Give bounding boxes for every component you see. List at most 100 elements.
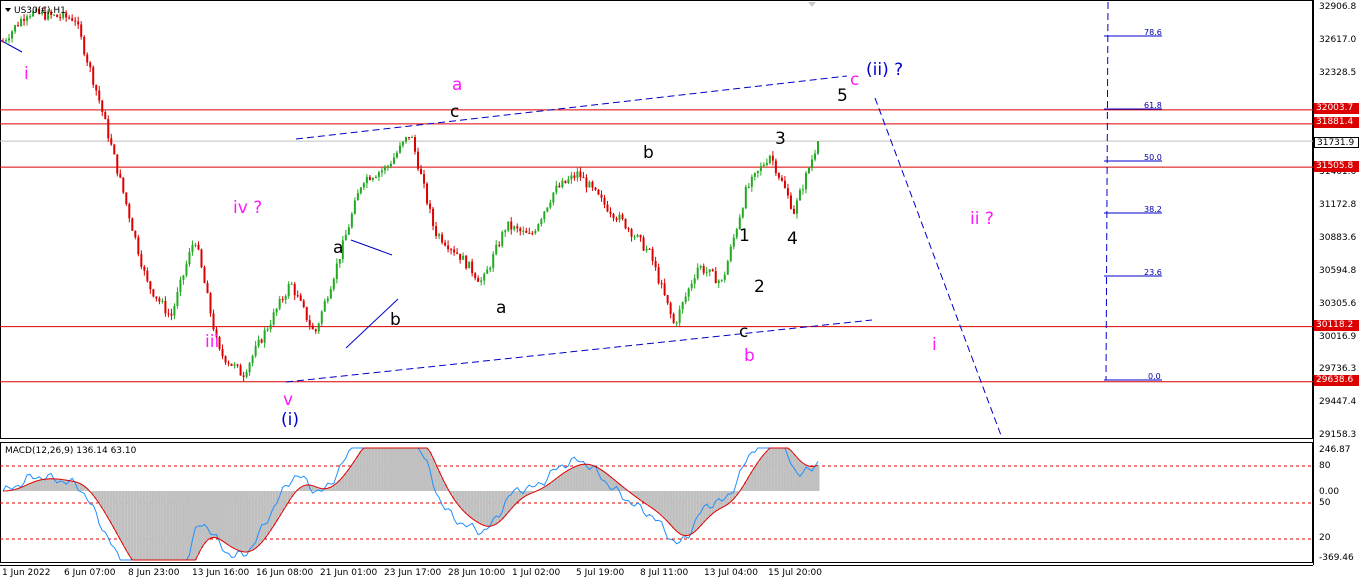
candle-body xyxy=(798,190,801,201)
candle-body xyxy=(543,211,546,220)
time-tick: 1 Jul 02:00 xyxy=(512,568,561,578)
price-axis[interactable]: 32906.8 32617.0 32328.5 31461.6 31172.8 … xyxy=(1313,0,1362,585)
wave-label: b xyxy=(390,310,401,330)
candle-body xyxy=(468,261,471,269)
candle-body xyxy=(453,249,456,253)
candle-body xyxy=(269,324,272,330)
candle-body xyxy=(191,245,194,252)
candle-body xyxy=(71,18,74,21)
candle-body xyxy=(326,298,329,302)
time-tick: 8 Jun 23:00 xyxy=(128,568,180,578)
candle-body xyxy=(702,266,705,273)
small-trendline xyxy=(350,239,393,256)
fib-level: 23.6 xyxy=(1144,268,1162,277)
candle-body xyxy=(591,181,594,188)
candle-body xyxy=(278,298,281,309)
candle-body xyxy=(627,228,630,230)
candle-body xyxy=(224,356,227,363)
candle-body xyxy=(504,230,507,233)
time-tick: 16 Jun 08:00 xyxy=(256,568,314,578)
candle-body xyxy=(426,183,429,204)
candle-body xyxy=(483,273,486,281)
candle-body xyxy=(185,264,188,276)
candle-body xyxy=(362,183,365,188)
fib-level: 61.8 xyxy=(1144,101,1162,110)
candle-body xyxy=(236,364,239,366)
candle-body xyxy=(125,192,128,205)
time-tick: 28 Jun 10:00 xyxy=(448,568,506,578)
candle-body xyxy=(251,355,254,364)
candle-body xyxy=(705,271,708,273)
candle-body xyxy=(462,255,465,260)
candle-body xyxy=(717,280,720,284)
candle-body xyxy=(320,311,323,324)
wave-label: i xyxy=(932,335,937,355)
price-tick: 30594.8 xyxy=(1319,266,1357,276)
candle-body xyxy=(534,230,537,234)
projection-line xyxy=(874,97,1003,439)
candle-body xyxy=(365,176,368,184)
macd-tick: 50 xyxy=(1319,498,1331,508)
candle-body xyxy=(480,280,483,282)
time-tick: 13 Jun 16:00 xyxy=(192,568,250,578)
candle-body xyxy=(164,300,167,314)
candle-body xyxy=(98,90,101,101)
candle-body xyxy=(368,176,371,180)
candle-body xyxy=(284,296,287,300)
candle-body xyxy=(672,313,675,323)
candle-body xyxy=(338,259,341,264)
price-tick: 32617.0 xyxy=(1319,35,1357,45)
candle-body xyxy=(11,31,14,39)
candle-body xyxy=(621,214,624,219)
candle-body xyxy=(555,185,558,193)
chart-canvas[interactable] xyxy=(0,0,1362,585)
candle-body xyxy=(615,218,618,220)
time-tick: 5 Jul 19:00 xyxy=(576,568,625,578)
candle-body xyxy=(585,177,588,188)
symbol-title: US30(€),H1 xyxy=(14,6,66,16)
candle-body xyxy=(227,362,230,364)
candle-body xyxy=(101,100,104,112)
wave-label: 1 xyxy=(739,226,750,246)
time-tick: 21 Jun 01:00 xyxy=(320,568,378,578)
candle-body xyxy=(221,349,224,357)
candle-body xyxy=(768,155,771,163)
candles xyxy=(2,6,819,382)
candle-body xyxy=(663,283,666,296)
candle-body xyxy=(759,166,762,171)
candle-body xyxy=(161,300,164,302)
candle-body xyxy=(720,279,723,281)
candle-body xyxy=(293,283,296,296)
candle-body xyxy=(395,152,398,158)
macd-title: MACD(12,26,9) 136.14 63.10 xyxy=(5,446,137,456)
candle-body xyxy=(813,153,816,160)
candle-body xyxy=(684,296,687,303)
candle-body xyxy=(386,166,389,168)
candle-body xyxy=(588,181,591,188)
candle-body xyxy=(723,274,726,280)
candle-body xyxy=(765,162,768,166)
candle-body xyxy=(783,180,786,189)
candle-body xyxy=(633,236,636,238)
candle-body xyxy=(777,173,780,178)
candle-body xyxy=(624,218,627,229)
main-panel-frame xyxy=(0,0,1313,439)
candle-body xyxy=(732,237,735,247)
candle-body xyxy=(347,227,350,235)
candle-body xyxy=(780,177,783,181)
wave-label: 4 xyxy=(787,229,798,249)
candle-body xyxy=(651,248,654,261)
candle-body xyxy=(744,187,747,209)
wave-label: a xyxy=(496,298,507,318)
price-level-tag: 32003.7 xyxy=(1314,103,1359,114)
candle-body xyxy=(275,308,278,313)
candle-body xyxy=(438,234,441,236)
candle-body xyxy=(714,271,717,284)
candle-body xyxy=(344,234,347,241)
candle-body xyxy=(206,283,209,294)
candle-body xyxy=(762,165,765,167)
candle-body xyxy=(122,177,125,193)
candle-body xyxy=(711,269,714,272)
candle-body xyxy=(753,173,756,177)
candle-body xyxy=(281,298,284,300)
